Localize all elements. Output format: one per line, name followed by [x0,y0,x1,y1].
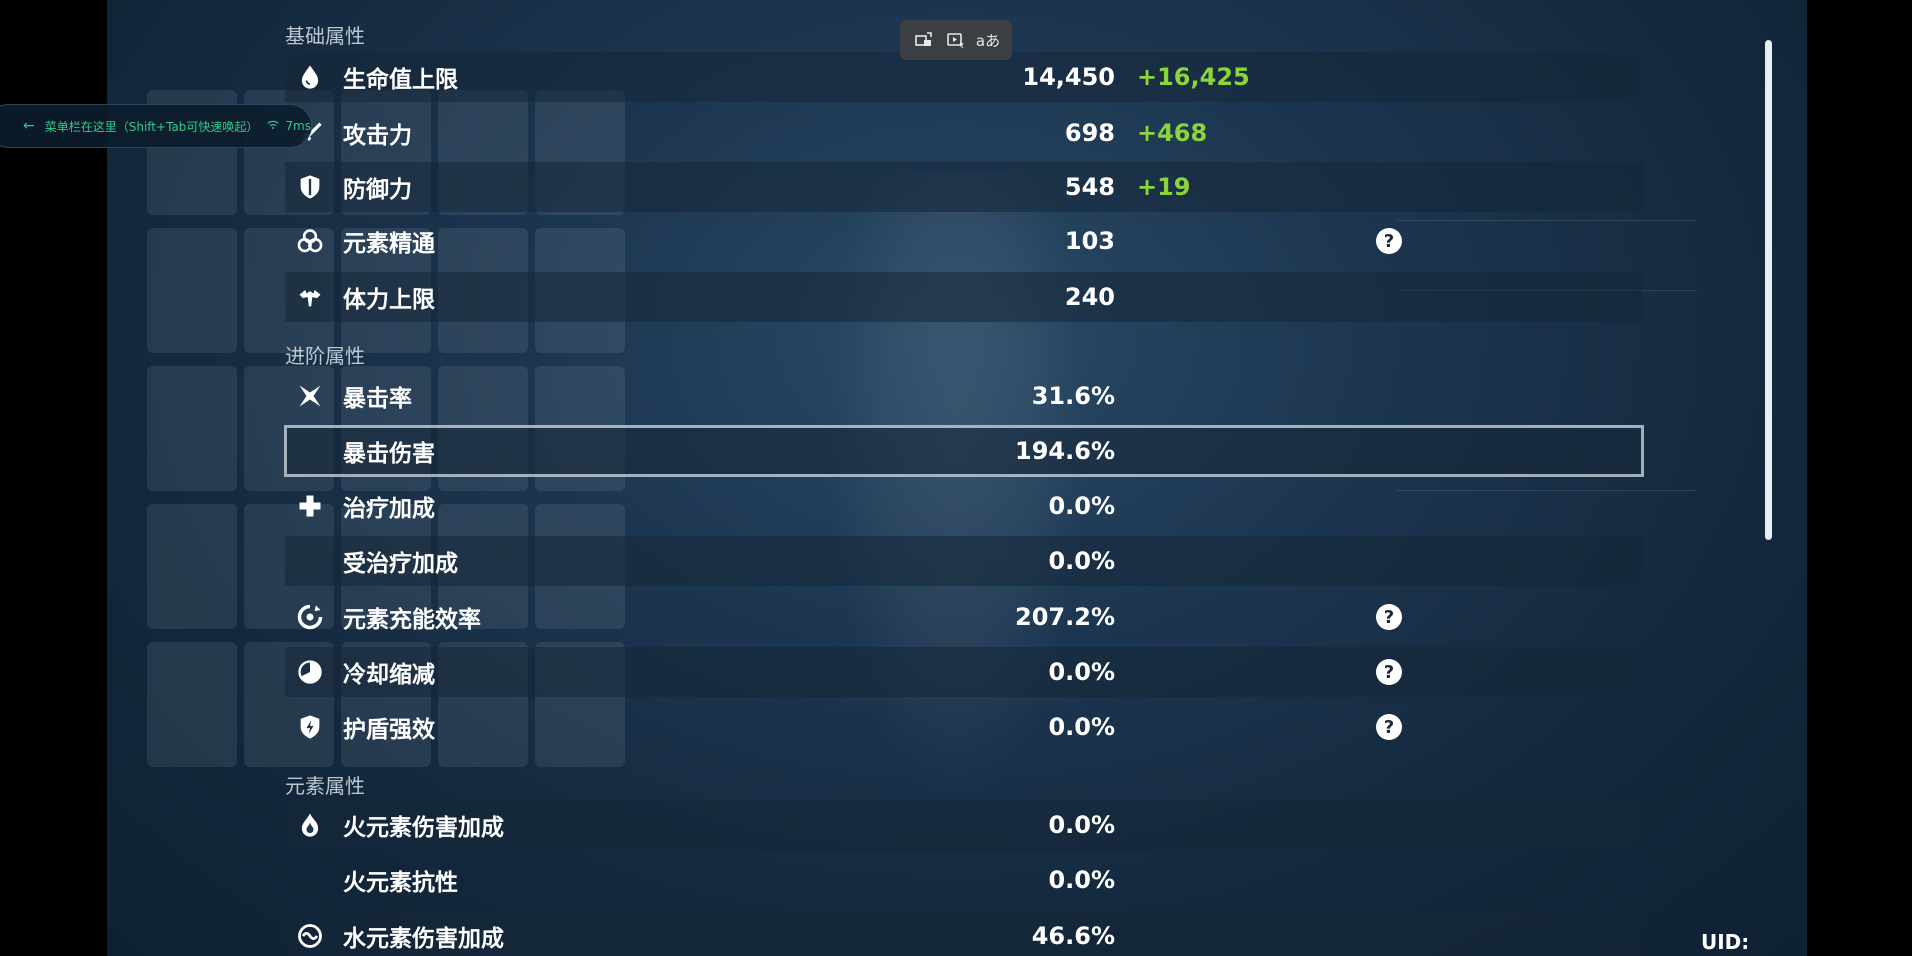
stat-bonus: +19 [1137,173,1191,201]
stat-label: 暴击伤害 [343,441,435,467]
stat-bonus: +468 [1137,119,1208,147]
stat-row-pyro-dmg[interactable]: 火元素伤害加成 0.0% [285,800,1643,850]
stat-label: 攻击力 [343,123,412,149]
stat-bonus: +16,425 [1137,63,1250,91]
pyro-icon [293,808,327,842]
crit-star-icon [293,379,327,413]
stat-value: 103 [1064,227,1115,255]
section-title-advanced: 进阶属性 [285,344,365,368]
help-button[interactable]: ? [1376,228,1402,254]
stat-row-shield-strength[interactable]: 护盾强效 0.0% ? [285,702,1643,752]
hydro-icon [293,919,327,953]
stat-label: 元素充能效率 [343,607,481,633]
empty-icon-slot [293,434,327,468]
hp-drop-icon [293,60,327,94]
stat-value: 0.0% [1048,713,1115,741]
help-button[interactable]: ? [1376,714,1402,740]
stat-value: 698 [1064,119,1115,147]
stat-row-crit-rate[interactable]: 暴击率 31.6% [285,371,1643,421]
wifi-icon [267,119,280,133]
stat-value: 194.6% [1015,437,1115,465]
cooldown-icon [293,655,327,689]
translate-icon[interactable]: aあ [975,27,1001,53]
floating-toolbar: aあ [900,20,1012,60]
stat-label: 生命值上限 [343,67,458,93]
stat-row-hydro-dmg[interactable]: 水元素伤害加成 46.6% [285,911,1643,956]
stat-row-healing[interactable]: 治疗加成 0.0% [285,481,1643,531]
stat-value: 0.0% [1048,866,1115,894]
video-cursor-icon[interactable] [943,27,969,53]
stat-label: 水元素伤害加成 [343,926,504,952]
stamina-icon [293,280,327,314]
elemental-mastery-icon [293,224,327,258]
stat-value: 0.0% [1048,547,1115,575]
menu-hint-pill[interactable]: ← 菜单栏在这里（Shift+Tab可快速唤起） 7ms [0,104,312,148]
stat-label: 护盾强效 [343,717,435,743]
stat-label: 受治疗加成 [343,551,458,577]
stat-row-em[interactable]: 元素精通 103 ? [285,216,1643,266]
stat-label: 元素精通 [343,231,435,257]
stat-row-atk[interactable]: 攻击力 698 +468 [285,108,1643,158]
stat-label: 治疗加成 [343,496,435,522]
stat-row-stamina[interactable]: 体力上限 240 [285,272,1643,322]
latency-label: 7ms [285,119,311,133]
help-button[interactable]: ? [1376,659,1402,685]
section-title-basic: 基础属性 [285,24,365,48]
stat-row-energy-recharge[interactable]: 元素充能效率 207.2% ? [285,592,1643,642]
shield-strength-icon [293,710,327,744]
stat-label: 防御力 [343,177,412,203]
stat-row-crit-dmg[interactable]: 暴击伤害 194.6% [284,425,1644,477]
scrollbar-thumb[interactable] [1765,40,1772,540]
swap-screen-icon[interactable] [911,27,937,53]
stat-row-incoming-healing[interactable]: 受治疗加成 0.0% [285,536,1643,586]
empty-icon-slot [293,544,327,578]
stat-label: 火元素伤害加成 [343,815,504,841]
energy-recharge-icon [293,600,327,634]
arrow-left-icon: ← [23,118,35,134]
healing-cross-icon [293,489,327,523]
stat-label: 火元素抗性 [343,870,458,896]
stat-value: 0.0% [1048,492,1115,520]
hint-text: 菜单栏在这里（Shift+Tab可快速唤起） [44,119,259,134]
stat-label: 体力上限 [343,287,435,313]
stat-label: 暴击率 [343,386,412,412]
stat-row-pyro-res[interactable]: 火元素抗性 0.0% [285,855,1643,905]
stat-value: 207.2% [1015,603,1115,631]
stat-value: 0.0% [1048,811,1115,839]
uid-label: UID: 249884855 [1701,930,1807,956]
stat-value: 0.0% [1048,658,1115,686]
help-button[interactable]: ? [1376,604,1402,630]
stat-label: 冷却缩减 [343,662,435,688]
game-view: 基础属性 生命值上限 14,450 +16,425 攻击力 698 +468 防… [107,0,1807,956]
stat-value: 31.6% [1031,382,1115,410]
empty-icon-slot [293,863,327,897]
stat-value: 46.6% [1031,922,1115,950]
stat-value: 14,450 [1022,63,1115,91]
stats-panel: 基础属性 生命值上限 14,450 +16,425 攻击力 698 +468 防… [275,0,1644,956]
shield-icon [293,170,327,204]
stat-value: 240 [1064,283,1115,311]
stat-value: 548 [1064,173,1115,201]
stat-row-cd-reduction[interactable]: 冷却缩减 0.0% ? [285,647,1643,697]
stat-row-def[interactable]: 防御力 548 +19 [285,162,1643,212]
section-title-element: 元素属性 [285,774,365,798]
